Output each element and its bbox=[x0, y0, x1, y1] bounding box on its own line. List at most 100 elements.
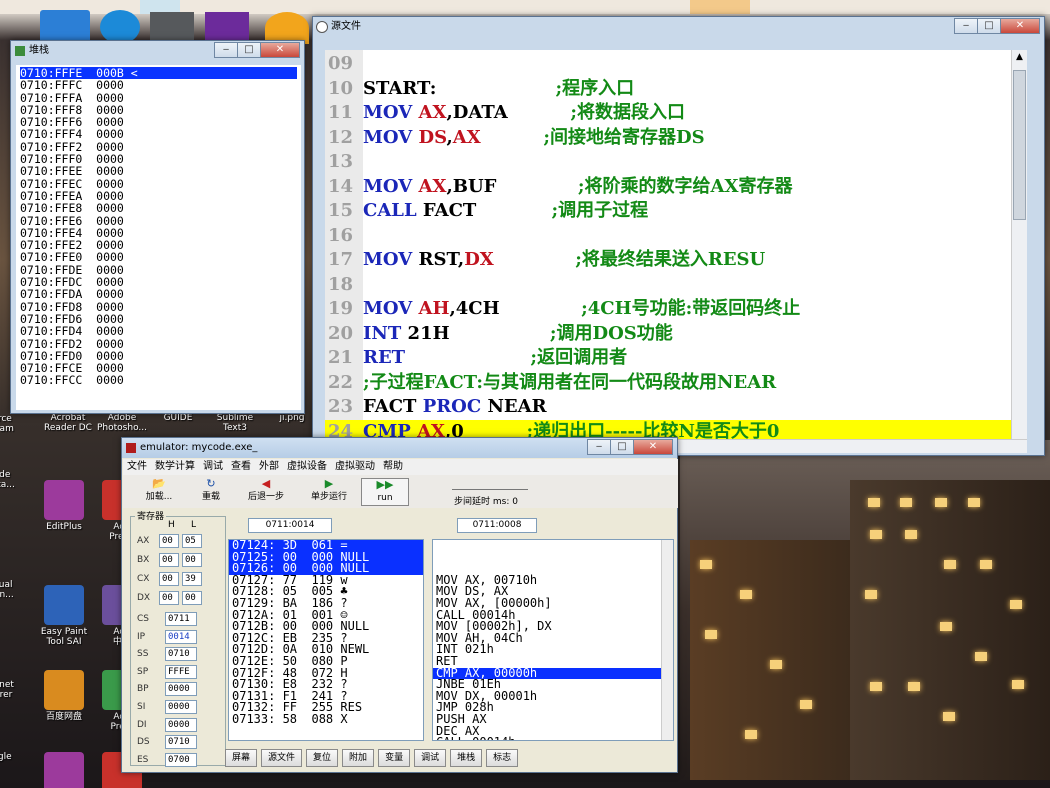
register-low-byte[interactable]: 39 bbox=[182, 572, 202, 586]
toolbar-button[interactable]: 📂 加载... bbox=[131, 478, 187, 506]
register-value[interactable]: FFFE bbox=[165, 664, 197, 679]
close-button[interactable]: ✕ bbox=[260, 42, 300, 58]
menu-item[interactable]: 数学计算 bbox=[155, 461, 195, 472]
maximize-button[interactable]: □ bbox=[977, 18, 1001, 34]
stack-window[interactable]: 堆栈 ‒ □ ✕ 0710:FFFE 000B <0710:FFFC 0000 0… bbox=[10, 40, 305, 414]
disassembly-list[interactable]: MOV AX, 00710h MOV DS, AX MOV AX, [00000h]… bbox=[432, 539, 674, 741]
code-line[interactable]: 21 RET ;返回调用者 bbox=[325, 346, 1027, 371]
desktop-icon-label[interactable]: ode leta... bbox=[0, 470, 22, 490]
register-value[interactable]: 0000 bbox=[165, 717, 197, 732]
stack-row[interactable]: 0710:FFDA 0000 bbox=[20, 288, 297, 301]
stack-row[interactable]: 0710:FFF4 0000 bbox=[20, 128, 297, 141]
code-line[interactable]: 22 ;子过程FACT:与其调用者在同一代码段故用NEAR bbox=[325, 371, 1027, 396]
stack-row[interactable]: 0710:FFE6 0000 bbox=[20, 214, 297, 227]
menu-item[interactable]: 外部 bbox=[259, 461, 279, 472]
code-line[interactable]: 15 CALL FACT ;调用子过程 bbox=[325, 199, 1027, 224]
code-line[interactable]: 09 bbox=[325, 52, 1027, 77]
source-editor[interactable]: 09 10 START: ;程序入口 11 MOV AX,DATA ;将数据段入口 12 M… bbox=[325, 50, 1027, 451]
stack-row[interactable]: 0710:FFEE 0000 bbox=[20, 165, 297, 178]
menu-item[interactable]: 文件 bbox=[127, 461, 147, 472]
register-low-byte[interactable]: 05 bbox=[182, 534, 202, 548]
maximize-button[interactable]: □ bbox=[610, 439, 634, 455]
code-line[interactable]: 20 INT 21H ;调用DOS功能 bbox=[325, 322, 1027, 347]
register-value[interactable]: 0000 bbox=[165, 700, 197, 714]
stack-row[interactable]: 0710:FFE0 0000 bbox=[20, 251, 297, 264]
code-line[interactable]: 17 MOV RST,DX ;将最终结果送入RESU bbox=[325, 248, 1027, 273]
minimize-button[interactable]: ‒ bbox=[214, 42, 238, 58]
desktop-icon[interactable]: 迅雷极速版 bbox=[34, 752, 94, 788]
desktop-icon-label[interactable]: ernet lorer bbox=[0, 680, 22, 700]
desktop-icon[interactable]: Easy Paint Tool SAI bbox=[34, 585, 94, 647]
code-line[interactable]: 11 MOV AX,DATA ;将数据段入口 bbox=[325, 101, 1027, 126]
memory-list[interactable]: 07124: 3D 061 = 07125: 00 000 NULL 07126: … bbox=[228, 539, 424, 741]
menu-item[interactable]: 虚拟设备 bbox=[287, 461, 327, 472]
minimize-button[interactable]: ‒ bbox=[954, 18, 978, 34]
disasm-row[interactable]: CALL 00014h bbox=[433, 736, 673, 740]
toolbar-button[interactable]: ◀ 后退一步 bbox=[238, 478, 294, 506]
stack-row[interactable]: 0710:FFE8 0000 bbox=[20, 202, 297, 215]
desktop-icon-label[interactable]: urce gram bbox=[0, 414, 22, 434]
menu-item[interactable]: 帮助 bbox=[383, 461, 403, 472]
code-line[interactable]: 19 MOV AH,4CH ;4CH号功能:带返回码终止 bbox=[325, 297, 1027, 322]
app-icon[interactable] bbox=[40, 10, 90, 44]
bottom-button[interactable]: 源文件 bbox=[261, 749, 303, 767]
code-line[interactable]: 18 bbox=[325, 273, 1027, 298]
desktop-icon-label[interactable]: rtual ran... bbox=[0, 580, 22, 600]
bottom-button[interactable]: 屏幕 bbox=[225, 749, 258, 767]
emulator-window[interactable]: emulator: mycode.exe_ ‒ □ ✕ 文件 数学计算 调试 查看 外部… bbox=[121, 437, 678, 773]
bottom-button[interactable]: 调试 bbox=[414, 749, 447, 767]
step-delay-slider[interactable] bbox=[452, 482, 528, 490]
vertical-scrollbar[interactable]: ▲ bbox=[1011, 50, 1027, 451]
stack-row[interactable]: 0710:FFD4 0000 bbox=[20, 325, 297, 338]
toolbar-button[interactable]: ▶▶ run bbox=[361, 478, 409, 506]
code-line[interactable]: 13 bbox=[325, 150, 1027, 175]
register-low-byte[interactable]: 00 bbox=[182, 591, 202, 605]
desktop-icon[interactable]: GUIDE bbox=[148, 413, 208, 423]
stack-list[interactable]: 0710:FFFE 000B <0710:FFFC 0000 0710:FFFA … bbox=[16, 65, 301, 410]
minimize-button[interactable]: ‒ bbox=[587, 439, 611, 455]
code-line[interactable]: 12 MOV DS,AX ;间接地给寄存器DS bbox=[325, 126, 1027, 151]
register-value[interactable]: 0711 bbox=[165, 612, 197, 626]
menu-item[interactable]: 虚拟驱动 bbox=[335, 461, 375, 472]
menu-item[interactable]: 查看 bbox=[231, 461, 251, 472]
bottom-button[interactable]: 变量 bbox=[378, 749, 411, 767]
code-line[interactable]: 10 START: ;程序入口 bbox=[325, 77, 1027, 102]
memory-address-field[interactable]: 0711:0014 bbox=[248, 518, 332, 533]
bottom-button[interactable]: 标志 bbox=[486, 749, 519, 767]
maximize-button[interactable]: □ bbox=[237, 42, 261, 58]
toolbar-button[interactable]: ↻ 重载 bbox=[183, 478, 239, 506]
register-high-byte[interactable]: 00 bbox=[159, 591, 179, 605]
wifi-icon[interactable] bbox=[100, 10, 140, 44]
register-high-byte[interactable]: 00 bbox=[159, 553, 179, 567]
register-value[interactable]: 0710 bbox=[165, 735, 197, 750]
stack-row[interactable]: 0710:FFFC 0000 bbox=[20, 79, 297, 92]
desktop-icon[interactable]: EditPlus bbox=[34, 480, 94, 532]
stack-row[interactable]: 0710:FFD2 0000 bbox=[20, 337, 297, 350]
desktop-icon-label[interactable]: ogle bbox=[0, 752, 22, 762]
register-value[interactable]: 0700 bbox=[165, 752, 197, 767]
bottom-button[interactable]: 堆栈 bbox=[450, 749, 483, 767]
disasm-scrollbar[interactable] bbox=[661, 540, 673, 740]
scroll-thumb[interactable] bbox=[1013, 70, 1026, 220]
register-low-byte[interactable]: 00 bbox=[182, 553, 202, 567]
close-button[interactable]: ✕ bbox=[633, 439, 673, 455]
register-value[interactable]: 0000 bbox=[165, 682, 197, 697]
register-high-byte[interactable]: 00 bbox=[159, 534, 179, 548]
register-high-byte[interactable]: 00 bbox=[159, 572, 179, 586]
toolbar-button[interactable]: ▶ 单步运行 bbox=[301, 478, 357, 506]
close-button[interactable]: ✕ bbox=[1000, 18, 1040, 34]
desktop-icon[interactable]: Adobe Photosho... bbox=[92, 413, 152, 433]
menu-item[interactable]: 调试 bbox=[203, 461, 223, 472]
disasm-row[interactable]: INT 021h bbox=[433, 644, 673, 656]
bottom-button[interactable]: 复位 bbox=[306, 749, 339, 767]
stack-row[interactable]: 0710:FFCC 0000 bbox=[20, 374, 297, 387]
code-line[interactable]: 16 bbox=[325, 224, 1027, 249]
desktop-icon[interactable]: 百度网盘 bbox=[34, 670, 94, 722]
bottom-button[interactable]: 附加 bbox=[342, 749, 375, 767]
desktop-icon[interactable]: Acrobat Reader DC bbox=[38, 413, 98, 433]
desktop-icon[interactable]: Sublime Text3 bbox=[205, 413, 265, 433]
code-line[interactable]: 14 MOV AX,BUF ;将阶乘的数字给AX寄存器 bbox=[325, 175, 1027, 200]
scroll-up-arrow[interactable]: ▲ bbox=[1013, 52, 1026, 66]
register-value[interactable]: 0710 bbox=[165, 647, 197, 662]
source-window[interactable]: 源文件 ‒ □ ✕ 09 10 START: ;程序入口 11 MOV AX,DATA … bbox=[312, 16, 1045, 456]
